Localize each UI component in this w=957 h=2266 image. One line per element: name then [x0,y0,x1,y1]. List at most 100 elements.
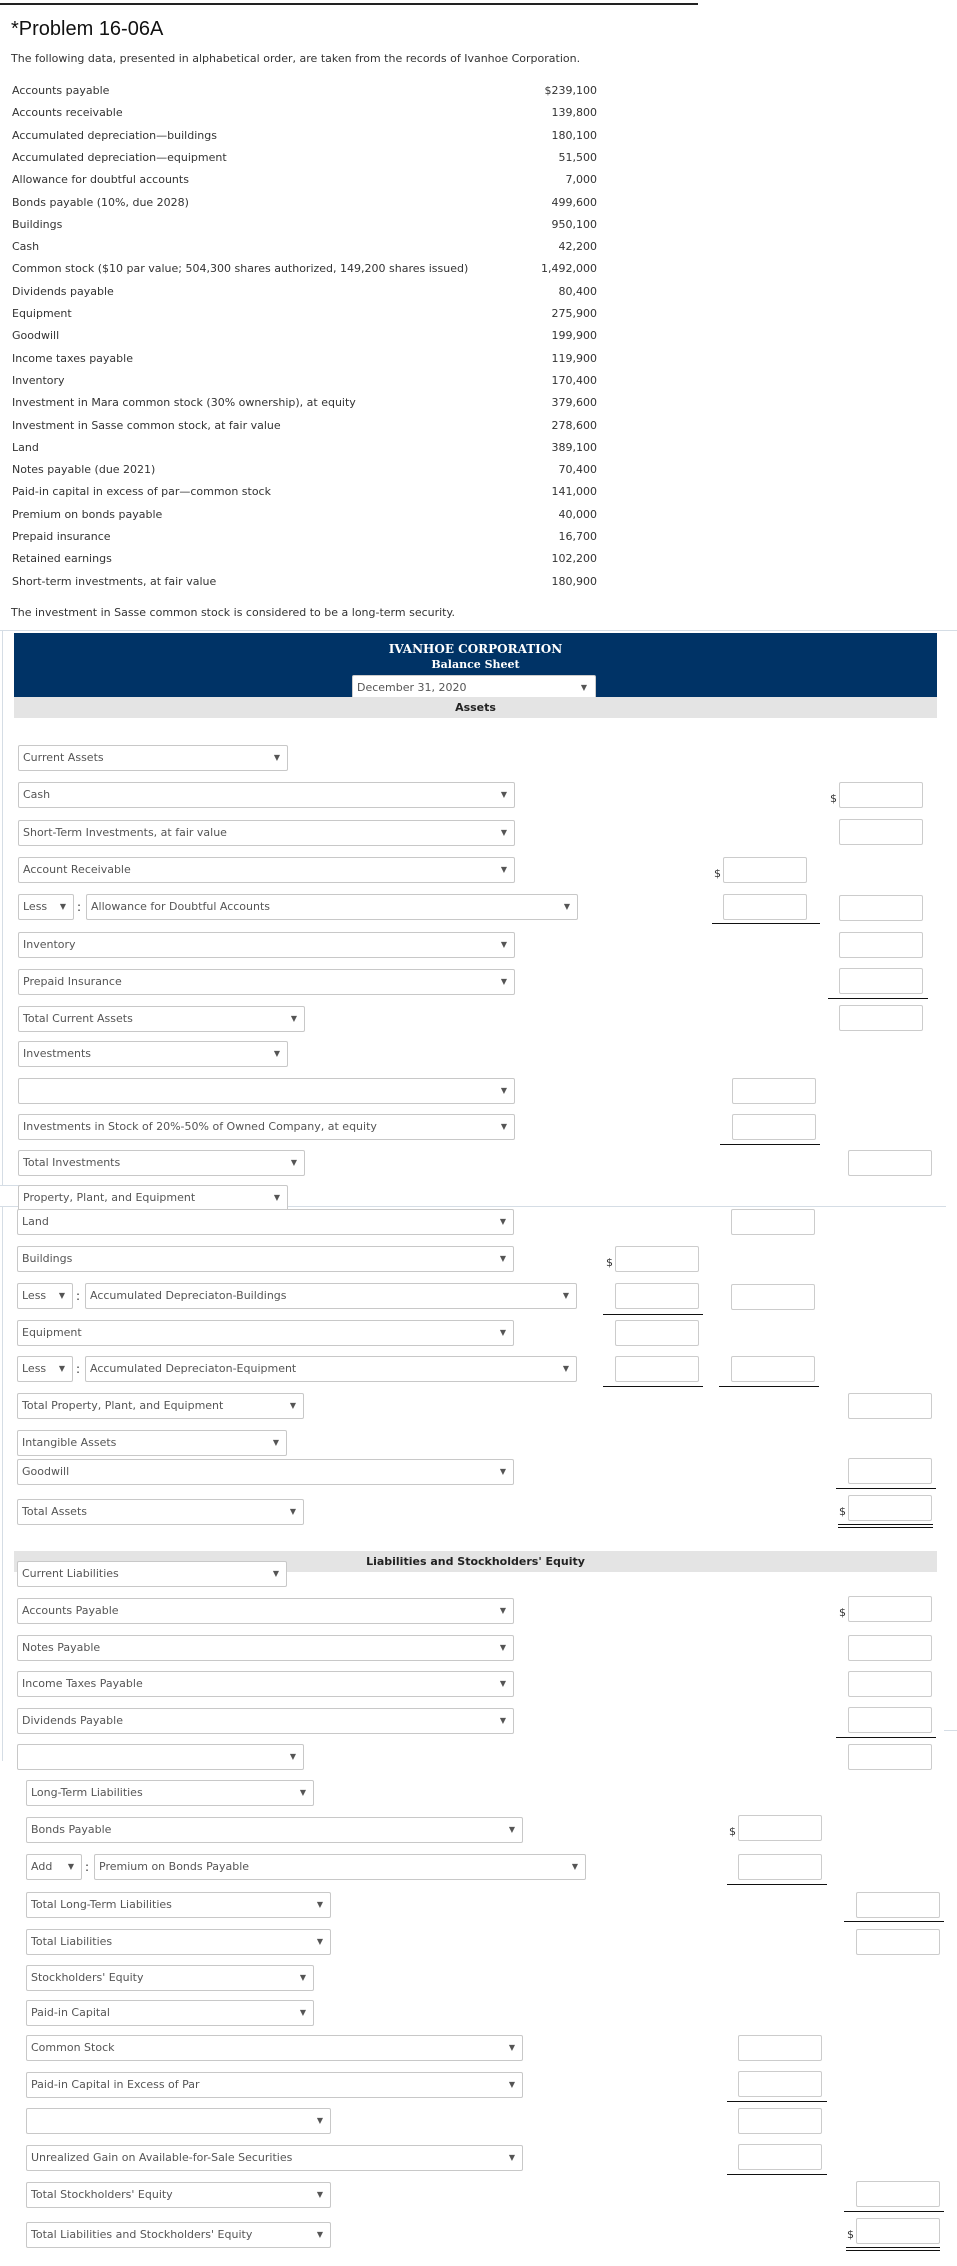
bonds-payable-input[interactable] [738,1815,822,1841]
total-investments-input[interactable] [848,1150,932,1176]
common-stock-input[interactable] [738,2035,822,2061]
select-inventory[interactable]: Inventory ▼ [18,932,515,958]
select-total-liabilities[interactable]: Total Liabilities ▼ [26,1929,331,1955]
select-total-ppe[interactable]: Total Property, Plant, and Equipment ▼ [17,1393,304,1419]
select-current-liabilities[interactable]: Current Liabilities ▼ [17,1561,287,1587]
accounts-payable-input[interactable] [848,1596,932,1622]
double-underline [846,2247,940,2251]
account-value: 278,600 [551,418,598,432]
land-input[interactable] [731,1209,815,1235]
select-less[interactable]: Less ▼ [17,1283,73,1309]
select-allowance[interactable]: Allowance for Doubtful Accounts ▼ [86,894,578,920]
select-cash[interactable]: Cash ▼ [18,782,515,808]
select-value: Income Taxes Payable [22,1677,143,1690]
total-current-assets-input[interactable] [839,1005,923,1031]
chevron-down-icon: ▼ [563,902,570,911]
select-total-investments[interactable]: Total Investments ▼ [18,1150,305,1176]
select-investment-equity[interactable]: Investments in Stock of 20%-50% of Owned… [18,1114,515,1140]
acc-dep-buildings-input[interactable] [615,1283,699,1309]
total-liabilities-equity-input[interactable] [856,2218,940,2244]
select-dividends-payable[interactable]: Dividends Payable ▼ [17,1708,514,1734]
equity-subtotal-input[interactable] [738,2108,822,2134]
total-long-term-liabilities-input[interactable] [856,1892,940,1918]
select-value: Total Current Assets [23,1012,133,1025]
income-taxes-payable-input[interactable] [848,1671,932,1697]
investment-equity-input[interactable] [732,1114,816,1140]
select-unrealized-gain[interactable]: Unrealized Gain on Available-for-Sale Se… [26,2145,523,2171]
select-total-current-assets[interactable]: Total Current Assets ▼ [18,1006,305,1032]
select-accounts-receivable[interactable]: Account Receivable ▼ [18,857,515,883]
select-paid-in-capital[interactable]: Paid-in Capital ▼ [26,2000,314,2026]
equipment-input[interactable] [615,1320,699,1346]
select-value: Less [22,1362,47,1375]
select-total-stockholders-equity[interactable]: Total Stockholders' Equity ▼ [26,2182,331,2208]
underline [844,1921,944,1922]
dollar-sign: $ [729,1825,736,1838]
net-receivables-input[interactable] [839,895,923,921]
select-acc-dep-buildings[interactable]: Accumulated Depreciaton-Buildings ▼ [85,1283,577,1309]
select-value: Notes Payable [22,1641,101,1654]
unrealized-gain-input[interactable] [738,2144,822,2170]
select-less[interactable]: Less ▼ [18,894,74,920]
chevron-down-icon: ▼ [290,1158,297,1167]
select-current-liab-total-blank[interactable]: ▼ [17,1744,304,1770]
select-notes-payable[interactable]: Notes Payable ▼ [17,1635,514,1661]
accounts-receivable-input[interactable] [723,857,807,883]
account-label: Accounts payable [12,84,110,97]
select-acc-dep-equipment[interactable]: Accumulated Depreciaton-Equipment ▼ [85,1356,577,1382]
allowance-input[interactable] [723,894,807,920]
dollar-sign: $ [830,792,837,805]
select-total-liabilities-equity[interactable]: Total Liabilities and Stockholders' Equi… [26,2222,331,2248]
select-equipment[interactable]: Equipment ▼ [17,1320,514,1346]
total-liabilities-input[interactable] [856,1929,940,1955]
notes-payable-input[interactable] [848,1635,932,1661]
account-row: Accounts receivable 139,800 [12,102,597,124]
prepaid-insurance-input[interactable] [839,968,923,994]
select-intangible-assets[interactable]: Intangible Assets ▼ [17,1430,287,1456]
select-premium-on-bonds[interactable]: Premium on Bonds Payable ▼ [94,1854,586,1880]
select-current-assets[interactable]: Current Assets ▼ [18,745,288,771]
select-goodwill[interactable]: Goodwill ▼ [17,1459,514,1485]
select-equity-blank[interactable]: ▼ [26,2108,331,2134]
select-less[interactable]: Less ▼ [17,1356,73,1382]
net-equipment-input[interactable] [731,1356,815,1382]
investment-other-input[interactable] [732,1078,816,1104]
account-label: Short-term investments, at fair value [12,574,217,588]
cash-input[interactable] [839,782,923,808]
select-long-term-liabilities[interactable]: Long-Term Liabilities ▼ [26,1780,314,1806]
select-short-term-investments[interactable]: Short-Term Investments, at fair value ▼ [18,820,515,846]
select-stockholders-equity[interactable]: Stockholders' Equity ▼ [26,1965,314,1991]
select-ppe[interactable]: Property, Plant, and Equipment ▼ [18,1185,288,1211]
buildings-input[interactable] [615,1246,699,1272]
account-label: Income taxes payable [12,351,133,365]
select-accounts-payable[interactable]: Accounts Payable ▼ [17,1598,514,1624]
inventory-input[interactable] [839,932,923,958]
select-prepaid-insurance[interactable]: Prepaid Insurance ▼ [18,969,515,995]
statement-name: Balance Sheet [431,658,520,671]
select-total-long-term-liabilities[interactable]: Total Long-Term Liabilities ▼ [26,1892,331,1918]
premium-on-bonds-input[interactable] [738,1854,822,1880]
select-pic-excess[interactable]: Paid-in Capital in Excess of Par ▼ [26,2072,523,2098]
total-stockholders-equity-input[interactable] [856,2181,940,2207]
dollar-sign: $ [847,2228,854,2241]
select-investments-blank[interactable]: ▼ [18,1078,515,1104]
select-common-stock[interactable]: Common Stock ▼ [26,2035,523,2061]
total-current-liabilities-input[interactable] [848,1744,932,1770]
short-term-investments-input[interactable] [839,819,923,845]
select-total-assets[interactable]: Total Assets ▼ [17,1499,304,1525]
total-ppe-input[interactable] [848,1393,932,1419]
total-assets-input[interactable] [848,1495,932,1521]
pic-excess-input[interactable] [738,2071,822,2097]
dividends-payable-input[interactable] [848,1707,932,1733]
select-income-taxes-payable[interactable]: Income Taxes Payable ▼ [17,1671,514,1697]
select-add[interactable]: Add ▼ [26,1854,82,1880]
acc-dep-equipment-input[interactable] [615,1356,699,1382]
date-select[interactable]: December 31, 2020 ▼ [352,675,596,699]
select-investments[interactable]: Investments ▼ [18,1041,288,1067]
net-buildings-input[interactable] [731,1284,815,1310]
select-buildings[interactable]: Buildings ▼ [17,1246,514,1272]
goodwill-input[interactable] [848,1458,932,1484]
problem-intro: The following data, presented in alphabe… [11,52,581,65]
select-land[interactable]: Land ▼ [17,1209,514,1235]
select-bonds-payable[interactable]: Bonds Payable ▼ [26,1817,523,1843]
